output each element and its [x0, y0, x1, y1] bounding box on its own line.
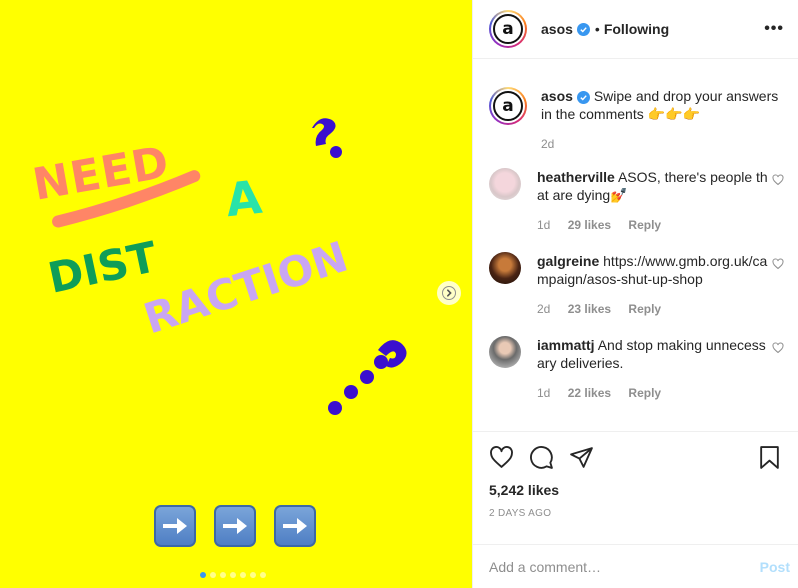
- comment-username[interactable]: heatherville: [537, 169, 615, 185]
- comment-bubble-icon[interactable]: [529, 445, 554, 470]
- carousel-dot[interactable]: [250, 572, 256, 578]
- media-artwork: NEED A DIST RACTION: [0, 0, 472, 588]
- caption-asos-avatar[interactable]: a: [493, 91, 523, 121]
- commenter-avatar[interactable]: [489, 336, 521, 368]
- chevron-right-icon: [442, 286, 456, 300]
- carousel-dot[interactable]: [210, 572, 216, 578]
- comment-time[interactable]: 2d: [537, 302, 550, 316]
- post-caption: a asos Swipe and drop your answers in th…: [489, 59, 782, 153]
- post-side-panel: a asos • Following ••• a asos Swipe and …: [472, 0, 798, 588]
- more-options-icon[interactable]: •••: [764, 20, 784, 38]
- post-media: NEED A DIST RACTION: [0, 0, 472, 588]
- like-heart-icon[interactable]: [489, 445, 514, 470]
- right-arrow-emoji-icon: [214, 505, 256, 547]
- caption-story-ring[interactable]: a: [489, 87, 527, 125]
- save-bookmark-icon[interactable]: [757, 445, 782, 470]
- commenter-avatar[interactable]: [489, 252, 521, 284]
- carousel-dot[interactable]: [220, 572, 226, 578]
- commenter-avatar[interactable]: [489, 168, 521, 200]
- next-slide-button[interactable]: [437, 281, 461, 305]
- header-separator: •: [594, 21, 600, 37]
- verified-badge-icon: [576, 91, 590, 104]
- comments-list: a asos Swipe and drop your answers in th…: [473, 59, 798, 431]
- comment-item: heatherville ASOS, there's people that a…: [489, 168, 784, 234]
- carousel-dot[interactable]: [240, 572, 246, 578]
- reply-button[interactable]: Reply: [628, 302, 661, 316]
- caption-text: Swipe and drop your answers in the comme…: [541, 88, 779, 122]
- word-a: A: [223, 170, 264, 227]
- carousel-dot[interactable]: [260, 572, 266, 578]
- share-paper-plane-icon[interactable]: [569, 445, 594, 470]
- like-comment-heart-icon[interactable]: [772, 258, 784, 270]
- post-header: a asos • Following •••: [473, 0, 798, 59]
- post-actions: 5,242 likes 2 DAYS AGO: [473, 431, 798, 544]
- comment-username[interactable]: galgreine: [537, 253, 599, 269]
- arrow-emoji-row: [154, 505, 316, 547]
- comment-item: iammattj And stop making unnecessary del…: [489, 336, 784, 402]
- following-button[interactable]: Following: [604, 21, 669, 37]
- header-username[interactable]: asos: [541, 21, 573, 37]
- like-comment-heart-icon[interactable]: [772, 174, 784, 186]
- carousel-dot[interactable]: [200, 572, 206, 578]
- post-comment-button[interactable]: Post: [760, 559, 790, 575]
- reply-button[interactable]: Reply: [628, 218, 661, 232]
- comment-username[interactable]: iammattj: [537, 337, 595, 353]
- caption-time[interactable]: 2d: [541, 137, 554, 151]
- like-comment-heart-icon[interactable]: [772, 342, 784, 354]
- verified-badge-icon: [576, 22, 590, 36]
- right-arrow-emoji-icon: [274, 505, 316, 547]
- reply-button[interactable]: Reply: [628, 386, 661, 400]
- add-comment-bar: Post: [473, 544, 798, 588]
- right-arrow-emoji-icon: [154, 505, 196, 547]
- comment-likes[interactable]: 22 likes: [568, 386, 611, 400]
- asos-avatar[interactable]: a: [493, 14, 523, 44]
- comment-likes[interactable]: 29 likes: [568, 218, 611, 232]
- carousel-dots: [200, 572, 266, 578]
- instagram-post: NEED A DIST RACTION a asos • Following •…: [0, 0, 798, 588]
- add-comment-input[interactable]: [489, 558, 760, 575]
- comment-time[interactable]: 1d: [537, 386, 550, 400]
- comment-likes[interactable]: 23 likes: [568, 302, 611, 316]
- comment-item: galgreine https://www.gmb.org.uk/campaig…: [489, 252, 784, 318]
- likes-count[interactable]: 5,242 likes: [489, 482, 782, 498]
- carousel-dot[interactable]: [230, 572, 236, 578]
- caption-username[interactable]: asos: [541, 88, 573, 104]
- story-ring[interactable]: a: [489, 10, 527, 48]
- comment-time[interactable]: 1d: [537, 218, 550, 232]
- post-timestamp[interactable]: 2 DAYS AGO: [489, 508, 782, 519]
